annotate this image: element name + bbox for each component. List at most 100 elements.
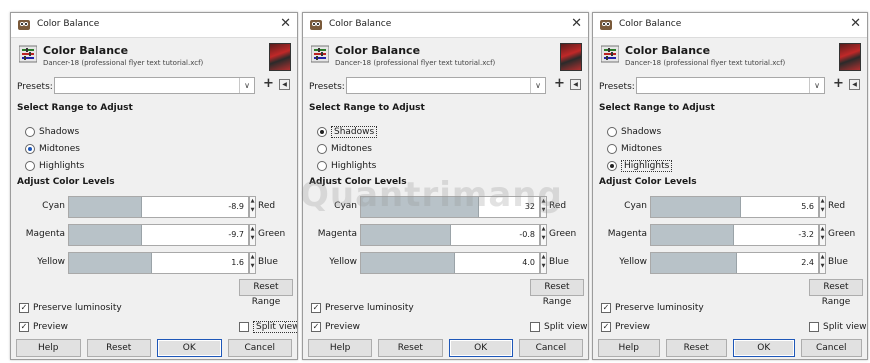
slider-right-label: Green xyxy=(828,229,856,239)
close-icon[interactable]: ✕ xyxy=(571,16,582,31)
color-balance-dialog: Color Balance ✕ Color Balance Dancer-18 (pr… xyxy=(10,12,298,360)
presets-label: Presets: xyxy=(309,82,345,92)
help-button[interactable]: Help xyxy=(16,339,81,357)
preset-menu-icon[interactable]: ◀ xyxy=(849,79,860,90)
range-radio-highlights[interactable]: Highlights xyxy=(607,160,673,175)
spin-arrows-icon[interactable]: ▲ ▼ xyxy=(819,224,826,246)
help-button[interactable]: Help xyxy=(308,339,373,357)
checkmark-icon: ✓ xyxy=(601,303,611,313)
range-radio-label: Midtones xyxy=(331,144,372,154)
range-radio-highlights[interactable]: Highlights xyxy=(317,161,376,175)
image-thumbnail xyxy=(560,43,582,71)
presets-combo[interactable]: ∨ xyxy=(346,77,546,94)
ok-button[interactable]: OK xyxy=(448,339,513,357)
checkmark-icon: ✓ xyxy=(19,303,29,313)
split-view-checkbox[interactable]: Split view xyxy=(809,322,867,334)
color-level-slider[interactable]: -9.7 xyxy=(68,224,249,246)
spin-arrows-icon[interactable]: ▲ ▼ xyxy=(249,252,256,274)
close-icon[interactable]: ✕ xyxy=(850,16,861,31)
slider-right-label: Blue xyxy=(828,257,848,267)
range-radio-label: Highlights xyxy=(39,161,85,171)
color-level-slider[interactable]: 5.6 xyxy=(650,196,819,218)
preserve-luminosity-checkbox[interactable]: ✓ Preserve luminosity xyxy=(601,303,704,315)
split-view-checkbox[interactable]: Split view xyxy=(239,321,297,334)
split-view-label: Split view xyxy=(544,322,588,332)
color-level-slider[interactable]: -3.2 xyxy=(650,224,819,246)
cancel-button[interactable]: Cancel xyxy=(227,339,292,357)
title-bar: Color Balance ✕ xyxy=(303,13,588,38)
radio-circle-icon xyxy=(607,161,617,171)
chevron-down-icon[interactable]: ∨ xyxy=(809,78,824,93)
range-radio-highlights[interactable]: Highlights xyxy=(25,161,84,175)
color-level-slider[interactable]: -8.9 xyxy=(68,196,249,218)
radio-circle-icon xyxy=(25,144,35,154)
spin-arrows-icon[interactable]: ▲ ▼ xyxy=(819,196,826,218)
preserve-luminosity-checkbox[interactable]: ✓ Preserve luminosity xyxy=(19,303,122,315)
slider-fill xyxy=(651,197,741,217)
preview-label: Preview xyxy=(325,322,361,332)
chevron-down-icon[interactable]: ∨ xyxy=(239,78,254,93)
slider-fill xyxy=(69,225,142,245)
range-radio-shadows[interactable]: Shadows xyxy=(607,127,661,141)
levels-section-title: Adjust Color Levels xyxy=(599,177,697,187)
color-level-slider[interactable]: 2.4 xyxy=(650,252,819,274)
slider-right-label: Green xyxy=(549,229,577,239)
preview-checkbox[interactable]: ✓ Preview xyxy=(601,322,650,334)
preview-checkbox[interactable]: ✓ Preview xyxy=(311,322,360,334)
reset-button[interactable]: Reset xyxy=(86,339,151,357)
slider-left-label: Yellow xyxy=(619,257,647,267)
reset-button[interactable]: Reset xyxy=(378,339,443,357)
color-level-slider[interactable]: 4.0 xyxy=(360,252,540,274)
color-level-slider[interactable]: 1.6 xyxy=(68,252,249,274)
spin-arrows-icon[interactable]: ▲ ▼ xyxy=(819,252,826,274)
reset-range-button[interactable]: Reset Range xyxy=(530,279,584,307)
reset-range-button[interactable]: Reset Range xyxy=(809,279,863,307)
preset-menu-icon[interactable]: ◀ xyxy=(570,79,581,90)
range-radio-midtones[interactable]: Midtones xyxy=(607,144,662,158)
presets-combo[interactable]: ∨ xyxy=(54,77,255,94)
checkmark-icon: ✓ xyxy=(311,303,321,313)
spin-arrows-icon[interactable]: ▲ ▼ xyxy=(540,224,547,246)
add-preset-icon[interactable]: + xyxy=(833,76,844,91)
split-view-checkbox[interactable]: Split view xyxy=(530,322,588,334)
range-radio-midtones[interactable]: Midtones xyxy=(317,144,372,158)
dialog-header: Color Balance Dancer-18 (professional fly… xyxy=(303,37,588,75)
cancel-button[interactable]: Cancel xyxy=(518,339,583,357)
spin-arrows-icon[interactable]: ▲ ▼ xyxy=(540,252,547,274)
preview-checkbox[interactable]: ✓ Preview xyxy=(19,322,68,334)
reset-button[interactable]: Reset xyxy=(665,339,727,357)
checkbox-empty-icon xyxy=(530,322,540,332)
range-radio-label: Shadows xyxy=(39,127,80,137)
help-button[interactable]: Help xyxy=(598,339,660,357)
chevron-down-icon[interactable]: ∨ xyxy=(530,78,545,93)
add-preset-icon[interactable]: + xyxy=(554,76,565,91)
preset-menu-icon[interactable]: ◀ xyxy=(279,79,290,90)
presets-combo[interactable]: ∨ xyxy=(636,77,825,94)
range-radio-midtones[interactable]: Midtones xyxy=(25,144,80,158)
preserve-luminosity-checkbox[interactable]: ✓ Preserve luminosity xyxy=(311,303,414,315)
color-balance-icon xyxy=(310,45,330,63)
cancel-button[interactable]: Cancel xyxy=(800,339,862,357)
range-section-title: Select Range to Adjust xyxy=(17,103,133,113)
ok-button[interactable]: OK xyxy=(733,339,795,357)
add-preset-icon[interactable]: + xyxy=(263,76,274,91)
slider-value: 4.0 xyxy=(522,258,535,267)
color-level-slider[interactable]: -0.8 xyxy=(360,224,540,246)
preserve-luminosity-label: Preserve luminosity xyxy=(615,303,704,313)
range-radio-shadows[interactable]: Shadows xyxy=(317,126,378,141)
spin-arrows-icon[interactable]: ▲ ▼ xyxy=(249,196,256,218)
slider-fill xyxy=(361,225,451,245)
radio-circle-icon xyxy=(25,127,35,137)
range-section-title: Select Range to Adjust xyxy=(599,103,715,113)
slider-value: 1.6 xyxy=(231,258,244,267)
ok-button[interactable]: OK xyxy=(157,339,222,357)
reset-range-button[interactable]: Reset Range xyxy=(239,279,293,307)
range-radio-shadows[interactable]: Shadows xyxy=(25,127,79,141)
dialog-heading: Color Balance xyxy=(625,44,711,57)
title-bar: Color Balance ✕ xyxy=(11,13,297,38)
close-icon[interactable]: ✕ xyxy=(280,16,291,31)
slider-left-label: Magenta xyxy=(607,229,647,239)
preview-label: Preview xyxy=(33,322,69,332)
slider-right-label: Green xyxy=(258,229,286,239)
spin-arrows-icon[interactable]: ▲ ▼ xyxy=(249,224,256,246)
